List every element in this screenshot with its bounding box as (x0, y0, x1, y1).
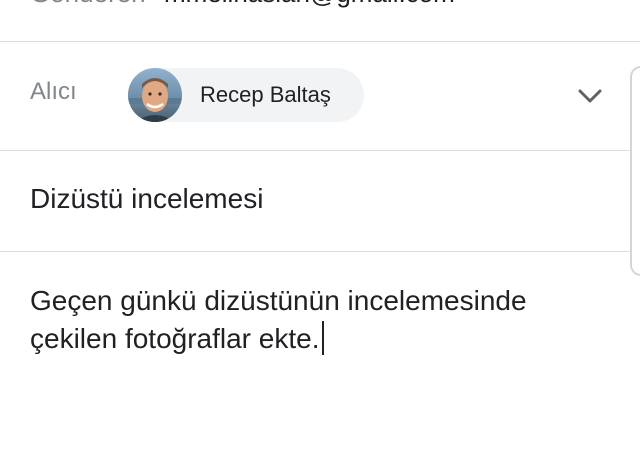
recipient-chip[interactable]: Recep Baltaş (128, 68, 364, 122)
compose-screen: Gönderen mmelihaslan@gmail.com Alıcı (0, 0, 640, 463)
body-line: Geçen günkü dizüstünün incelemesinde (30, 285, 527, 316)
from-address[interactable]: mmelihaslan@gmail.com (164, 0, 455, 9)
body-line: çekilen fotoğraflar ekte. (30, 323, 320, 354)
person-avatar-icon (128, 68, 182, 122)
body-text[interactable]: Geçen günkü dizüstünün incelemesinde çek… (30, 282, 610, 358)
scroll-handle[interactable] (630, 66, 640, 276)
recipient-name: Recep Baltaş (200, 82, 331, 107)
expand-recipients-button[interactable] (570, 76, 610, 116)
recipient-avatar (128, 68, 182, 122)
text-cursor (321, 321, 324, 355)
body-editor[interactable]: Geçen günkü dizüstünün incelemesinde çek… (0, 252, 640, 463)
chevron-down-icon (578, 89, 602, 103)
to-label: Alıcı (30, 78, 77, 105)
subject-text[interactable]: Dizüstü incelemesi (30, 183, 263, 215)
from-row[interactable]: Gönderen mmelihaslan@gmail.com (0, 0, 640, 18)
subject-field[interactable]: Dizüstü incelemesi (0, 151, 640, 251)
body-line-with-cursor: çekilen fotoğraflar ekte. (30, 320, 610, 358)
from-label: Gönderen (30, 0, 146, 9)
to-row[interactable]: Alıcı Recep Baltaş (0, 42, 640, 150)
